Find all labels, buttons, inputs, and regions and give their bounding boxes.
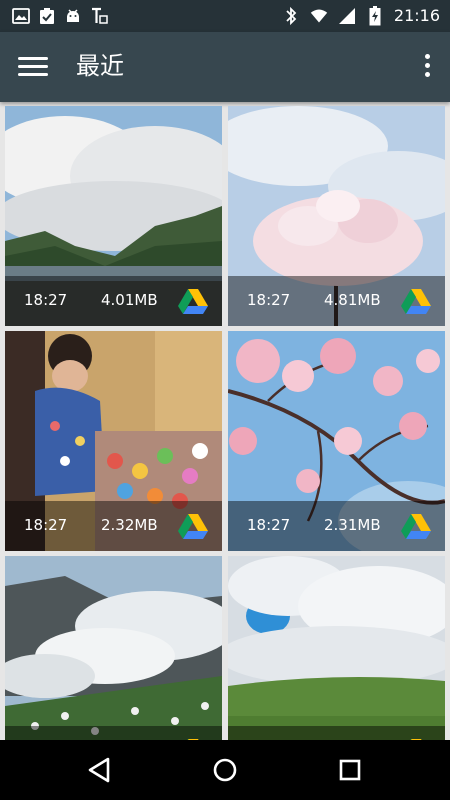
status-right-icons: 21:16 [282,6,440,26]
file-tile-green-hill[interactable] [228,556,445,740]
google-drive-icon [401,289,431,314]
wifi-icon [310,7,328,25]
nfc-transfer-icon [90,7,108,25]
status-bar: 21:16 [0,0,450,32]
file-tile-cherry-tree[interactable]: 18:27 4.81MB [228,106,445,326]
file-tile-festival[interactable]: 18:27 2.32MB [5,331,222,551]
recent-files-grid: 18:27 4.01MB 18:27 4.81MB 18:27 2.32MB 1… [0,102,450,740]
file-info-bar: 18:27 4.01MB [5,276,222,326]
file-time: 18:27 [247,291,291,309]
back-triangle-icon[interactable] [84,754,116,786]
file-size: 4.81MB [324,291,381,309]
google-drive-icon [401,514,431,539]
photo-thumbnail [5,556,222,740]
google-drive-icon [178,514,208,539]
file-info-bar: 18:27 2.31MB [228,501,445,551]
file-tile-volcanic-steam[interactable] [5,556,222,740]
google-drive-icon [178,289,208,314]
file-info-bar [228,726,445,740]
photo-thumbnail [228,556,445,740]
file-time: 18:27 [24,291,68,309]
file-size: 4.01MB [101,291,158,309]
file-tile-mountain-lake[interactable]: 18:27 4.01MB [5,106,222,326]
android-debug-icon [64,7,82,25]
hamburger-menu-icon[interactable] [18,52,50,82]
file-size: 2.32MB [101,516,158,534]
file-time: 18:27 [24,516,68,534]
battery-charging-icon [366,6,384,26]
file-info-bar: 18:27 2.32MB [5,501,222,551]
status-time: 21:16 [393,6,440,25]
file-info-bar: 18:27 4.81MB [228,276,445,326]
status-left-icons [12,7,108,25]
home-circle-icon[interactable] [209,754,241,786]
task-done-icon [38,7,56,25]
signal-icon [338,7,356,25]
app-toolbar: 最近 [0,32,450,102]
page-title: 最近 [76,52,124,80]
gallery-notification-icon [12,7,30,25]
system-nav-bar [0,740,450,800]
recents-square-icon[interactable] [334,754,366,786]
bluetooth-icon [282,6,300,26]
file-size: 2.31MB [324,516,381,534]
more-vert-icon[interactable] [422,54,432,80]
file-info-bar [5,726,222,740]
file-tile-blossom-branch[interactable]: 18:27 2.31MB [228,331,445,551]
file-time: 18:27 [247,516,291,534]
